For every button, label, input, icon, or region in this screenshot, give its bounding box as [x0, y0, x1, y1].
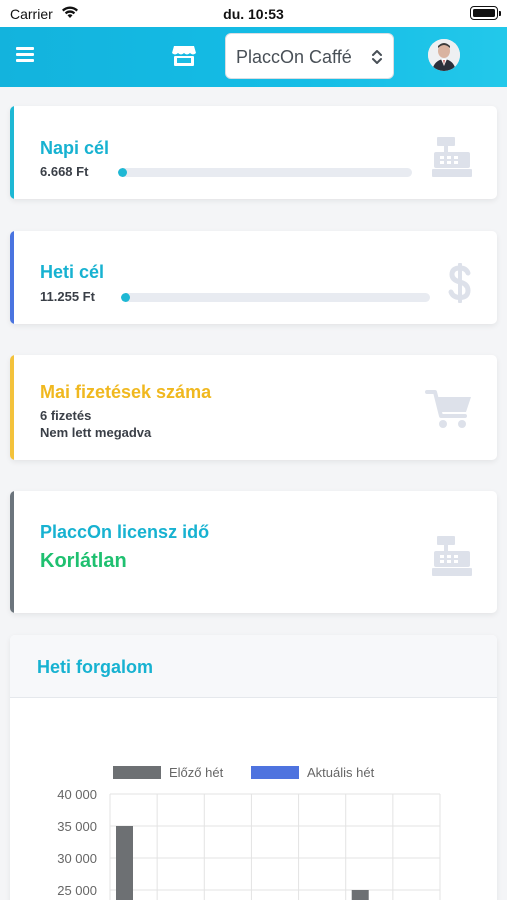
legend-label: Aktuális hét	[307, 765, 375, 780]
chart-bar	[116, 826, 133, 900]
daily-payments-card: Mai fizetések száma 6 fizetés Nem lett m…	[10, 355, 497, 460]
weekly-goal-card: Heti cél 11.255 Ft	[10, 231, 497, 324]
y-tick-label: 25 000	[57, 883, 97, 898]
battery-icon	[470, 6, 501, 20]
daily-progress-bar	[118, 168, 412, 177]
y-tick-label: 40 000	[57, 787, 97, 802]
top-navbar: PlaccOn Caffé	[0, 27, 507, 87]
y-tick-label: 30 000	[57, 851, 97, 866]
daily-progress-fill	[118, 168, 127, 177]
store-icon[interactable]	[171, 45, 197, 67]
card-title: Heti cél	[40, 262, 105, 282]
license-value: Korlátlan	[40, 550, 127, 572]
clock: du. 10:53	[223, 6, 284, 22]
cart-icon	[425, 390, 471, 428]
card-title: Mai fizetések száma	[40, 382, 212, 402]
shop-selector-label: PlaccOn Caffé	[236, 47, 352, 67]
payments-count: 6 fizetés	[40, 408, 92, 423]
card-accent	[10, 106, 14, 199]
user-avatar[interactable]	[428, 39, 460, 71]
legend-swatch	[251, 766, 299, 779]
legend-label: Előző hét	[169, 765, 224, 780]
shop-selector[interactable]: PlaccOn Caffé	[225, 33, 394, 79]
legend-swatch	[113, 766, 161, 779]
card-amount: 6.668 Ft	[40, 164, 89, 179]
cash-register-icon	[432, 137, 472, 177]
weekly-progress-bar	[121, 293, 430, 302]
chevron-up-down-icon	[372, 50, 382, 64]
payments-note: Nem lett megadva	[40, 425, 152, 440]
dollar-icon	[448, 263, 471, 303]
weekly-revenue-chart: Előző hét Aktuális hét 40 000 35 000 30 000 2…	[57, 765, 441, 900]
cash-register-icon	[432, 536, 472, 576]
chart-section-title: Heti forgalom	[37, 657, 154, 677]
card-title: Napi cél	[40, 138, 110, 158]
y-tick-label: 35 000	[57, 819, 97, 834]
chart-bar	[351, 890, 369, 900]
chart-header: Heti forgalom	[10, 635, 497, 698]
card-title: PlaccOn licensz idő	[40, 522, 210, 542]
weekly-revenue-card: Heti forgalom Előző hét Aktuális hét 40 00…	[10, 635, 497, 900]
license-card: PlaccOn licensz idő Korlátlan	[10, 491, 497, 613]
hamburger-icon[interactable]	[16, 47, 34, 63]
card-amount: 11.255 Ft	[40, 289, 95, 304]
weekly-progress-fill	[121, 293, 131, 302]
daily-goal-card: Napi cél 6.668 Ft	[10, 106, 497, 199]
card-accent	[10, 231, 14, 324]
card-accent	[10, 355, 14, 460]
status-bar: Carrier du. 10:53	[0, 0, 507, 27]
card-accent	[10, 491, 14, 613]
